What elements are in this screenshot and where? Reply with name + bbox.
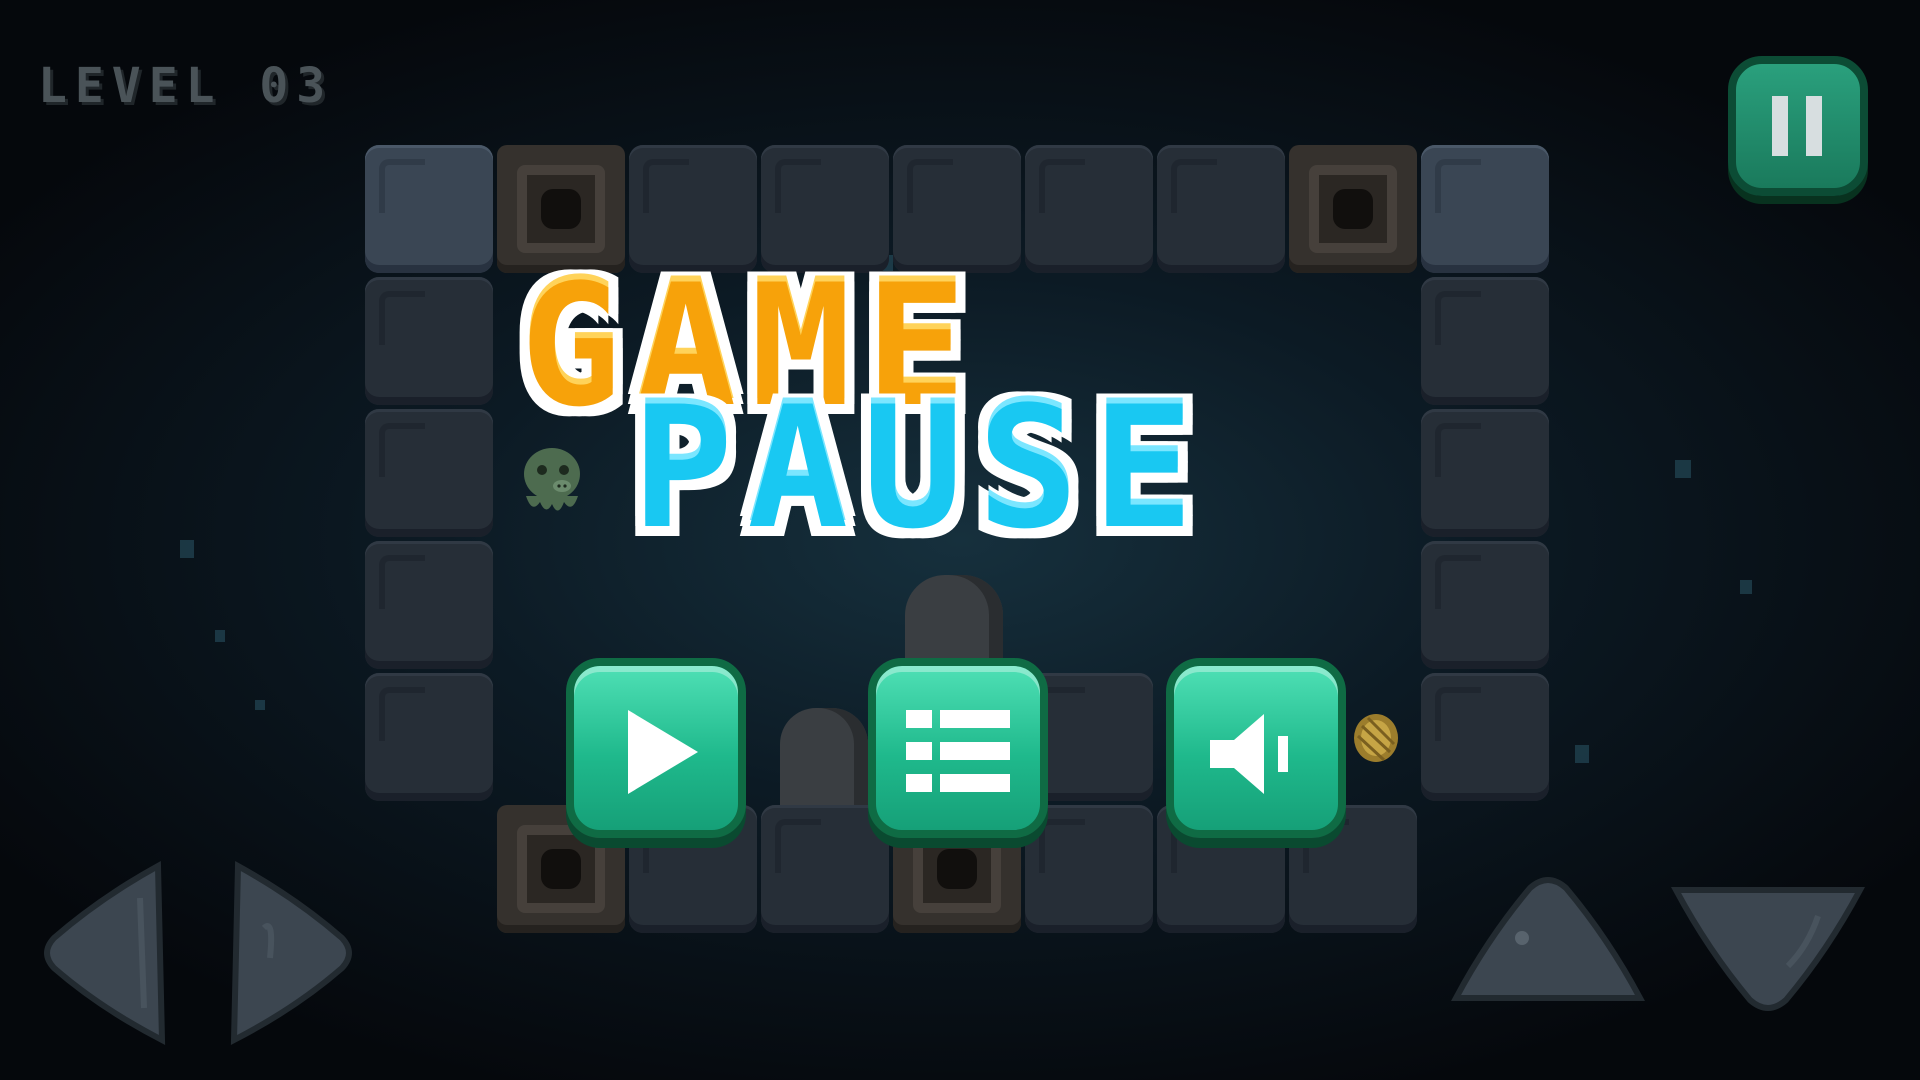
title-pause: PAUSE — [632, 370, 1208, 566]
wall-tile — [365, 277, 493, 405]
wall-tile — [1421, 541, 1549, 669]
play-icon — [628, 710, 698, 794]
background-speck — [180, 540, 194, 558]
pause-button[interactable] — [1728, 56, 1868, 196]
wall-tile — [761, 805, 889, 933]
wall-tile — [1421, 409, 1549, 537]
wall-tile — [365, 145, 493, 273]
background-speck — [1575, 745, 1589, 763]
move-right-button[interactable] — [224, 858, 356, 1048]
wall-tile — [1421, 145, 1549, 273]
stone-pillar — [780, 708, 868, 818]
coin-icon — [1354, 714, 1398, 762]
background-speck — [1675, 460, 1691, 478]
level-menu-button[interactable] — [868, 658, 1048, 838]
move-left-button[interactable] — [40, 858, 172, 1048]
pause-icon — [1772, 96, 1822, 156]
wall-tile — [365, 673, 493, 801]
wall-tile — [1025, 805, 1153, 933]
level-label: LEVEL 03 — [38, 58, 334, 114]
resume-button[interactable] — [566, 658, 746, 838]
menu-list-icon — [906, 710, 1010, 792]
wall-tile — [365, 541, 493, 669]
sound-icon — [1210, 714, 1288, 794]
bolt-tile — [1289, 145, 1417, 273]
wall-tile — [365, 409, 493, 537]
wall-tile — [1157, 145, 1285, 273]
move-down-button[interactable] — [1668, 876, 1868, 1016]
background-speck — [1740, 580, 1752, 594]
octopus-character — [524, 448, 580, 511]
sound-button[interactable] — [1166, 658, 1346, 838]
wall-tile — [1421, 673, 1549, 801]
background-speck — [255, 700, 265, 710]
jump-up-button[interactable] — [1448, 872, 1648, 1012]
wall-tile — [1421, 277, 1549, 405]
background-speck — [215, 630, 225, 642]
wall-tile — [1025, 145, 1153, 273]
game-background: LEVEL 03 GAME PAUSE — [0, 0, 1920, 1080]
